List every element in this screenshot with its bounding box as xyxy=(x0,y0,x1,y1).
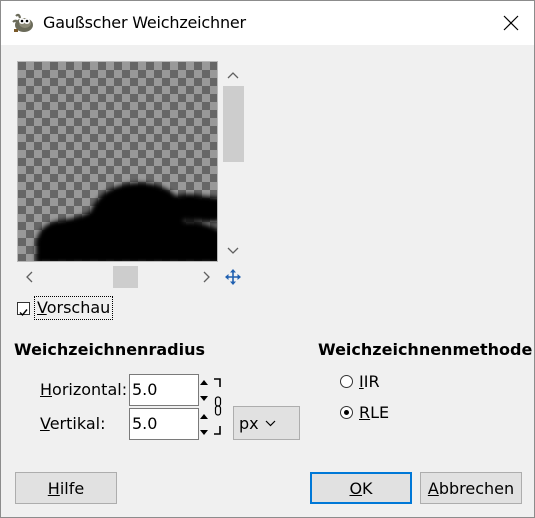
cancel-button[interactable]: Abbrechen xyxy=(420,472,522,504)
radius-section-title: Weichzeichnenradius xyxy=(14,340,205,359)
preview-canvas[interactable] xyxy=(17,61,218,262)
dialog-window: Gaußscher Weichzeichner Vorschau Weichze… xyxy=(0,0,535,518)
close-button[interactable] xyxy=(488,1,534,45)
radio-iir[interactable] xyxy=(340,375,353,388)
checkmark-icon xyxy=(19,308,28,316)
triangle-up-icon xyxy=(200,379,208,385)
triangle-up-icon xyxy=(200,413,208,419)
preview-vertical-scrollbar[interactable] xyxy=(221,61,245,263)
vertical-radius-stepper[interactable] xyxy=(198,408,210,440)
chain-link-icon[interactable] xyxy=(212,377,224,437)
decrement-button[interactable] xyxy=(198,390,210,406)
preview-image xyxy=(36,182,217,261)
method-option-rle[interactable]: RLE xyxy=(340,403,389,422)
triangle-down-icon xyxy=(200,429,208,435)
horizontal-radius-stepper[interactable] xyxy=(198,374,210,406)
title-bar: Gaußscher Weichzeichner xyxy=(1,1,534,45)
window-title: Gaußscher Weichzeichner xyxy=(43,13,246,32)
horizontal-radius-input[interactable]: 5.0 xyxy=(129,374,199,406)
method-section-title: Weichzeichnenmethode xyxy=(318,340,533,359)
increment-button[interactable] xyxy=(198,374,210,390)
chevron-up-icon xyxy=(227,72,239,79)
close-icon xyxy=(503,15,519,31)
gimp-wilber-icon xyxy=(12,13,33,32)
vertical-label: Vertikal: xyxy=(40,414,106,433)
decrement-button[interactable] xyxy=(198,424,210,440)
preview-checkbox[interactable] xyxy=(17,301,30,316)
horizontal-scroll-thumb[interactable] xyxy=(113,266,138,288)
chevron-right-icon xyxy=(203,271,210,283)
radio-rle[interactable] xyxy=(340,406,353,419)
radio-iir-label: IIR xyxy=(359,372,380,391)
vertical-scroll-thumb[interactable] xyxy=(223,86,244,162)
increment-button[interactable] xyxy=(198,408,210,424)
chevron-down-icon xyxy=(265,420,276,426)
horizontal-label: Horizontal: xyxy=(40,380,128,399)
help-button[interactable]: Hilfe xyxy=(15,472,117,504)
chevron-left-icon xyxy=(26,271,33,283)
triangle-down-icon xyxy=(200,395,208,401)
ok-button[interactable]: OK xyxy=(310,472,412,504)
preview-horizontal-scrollbar[interactable] xyxy=(17,265,221,289)
scroll-up-button[interactable] xyxy=(221,65,245,85)
preview-toggle[interactable]: Vorschau xyxy=(17,295,114,321)
scroll-right-button[interactable] xyxy=(197,265,217,289)
four-way-arrow-icon[interactable] xyxy=(225,269,241,285)
preview-checkbox-label[interactable]: Vorschau xyxy=(34,296,114,320)
unit-select[interactable]: px xyxy=(233,406,300,440)
method-option-iir[interactable]: IIR xyxy=(340,372,380,391)
radio-rle-label: RLE xyxy=(359,403,390,422)
scroll-down-button[interactable] xyxy=(221,241,245,261)
vertical-radius-input[interactable]: 5.0 xyxy=(129,408,199,440)
scroll-left-button[interactable] xyxy=(19,265,39,289)
unit-value: px xyxy=(239,413,259,433)
chevron-down-icon xyxy=(227,247,239,254)
